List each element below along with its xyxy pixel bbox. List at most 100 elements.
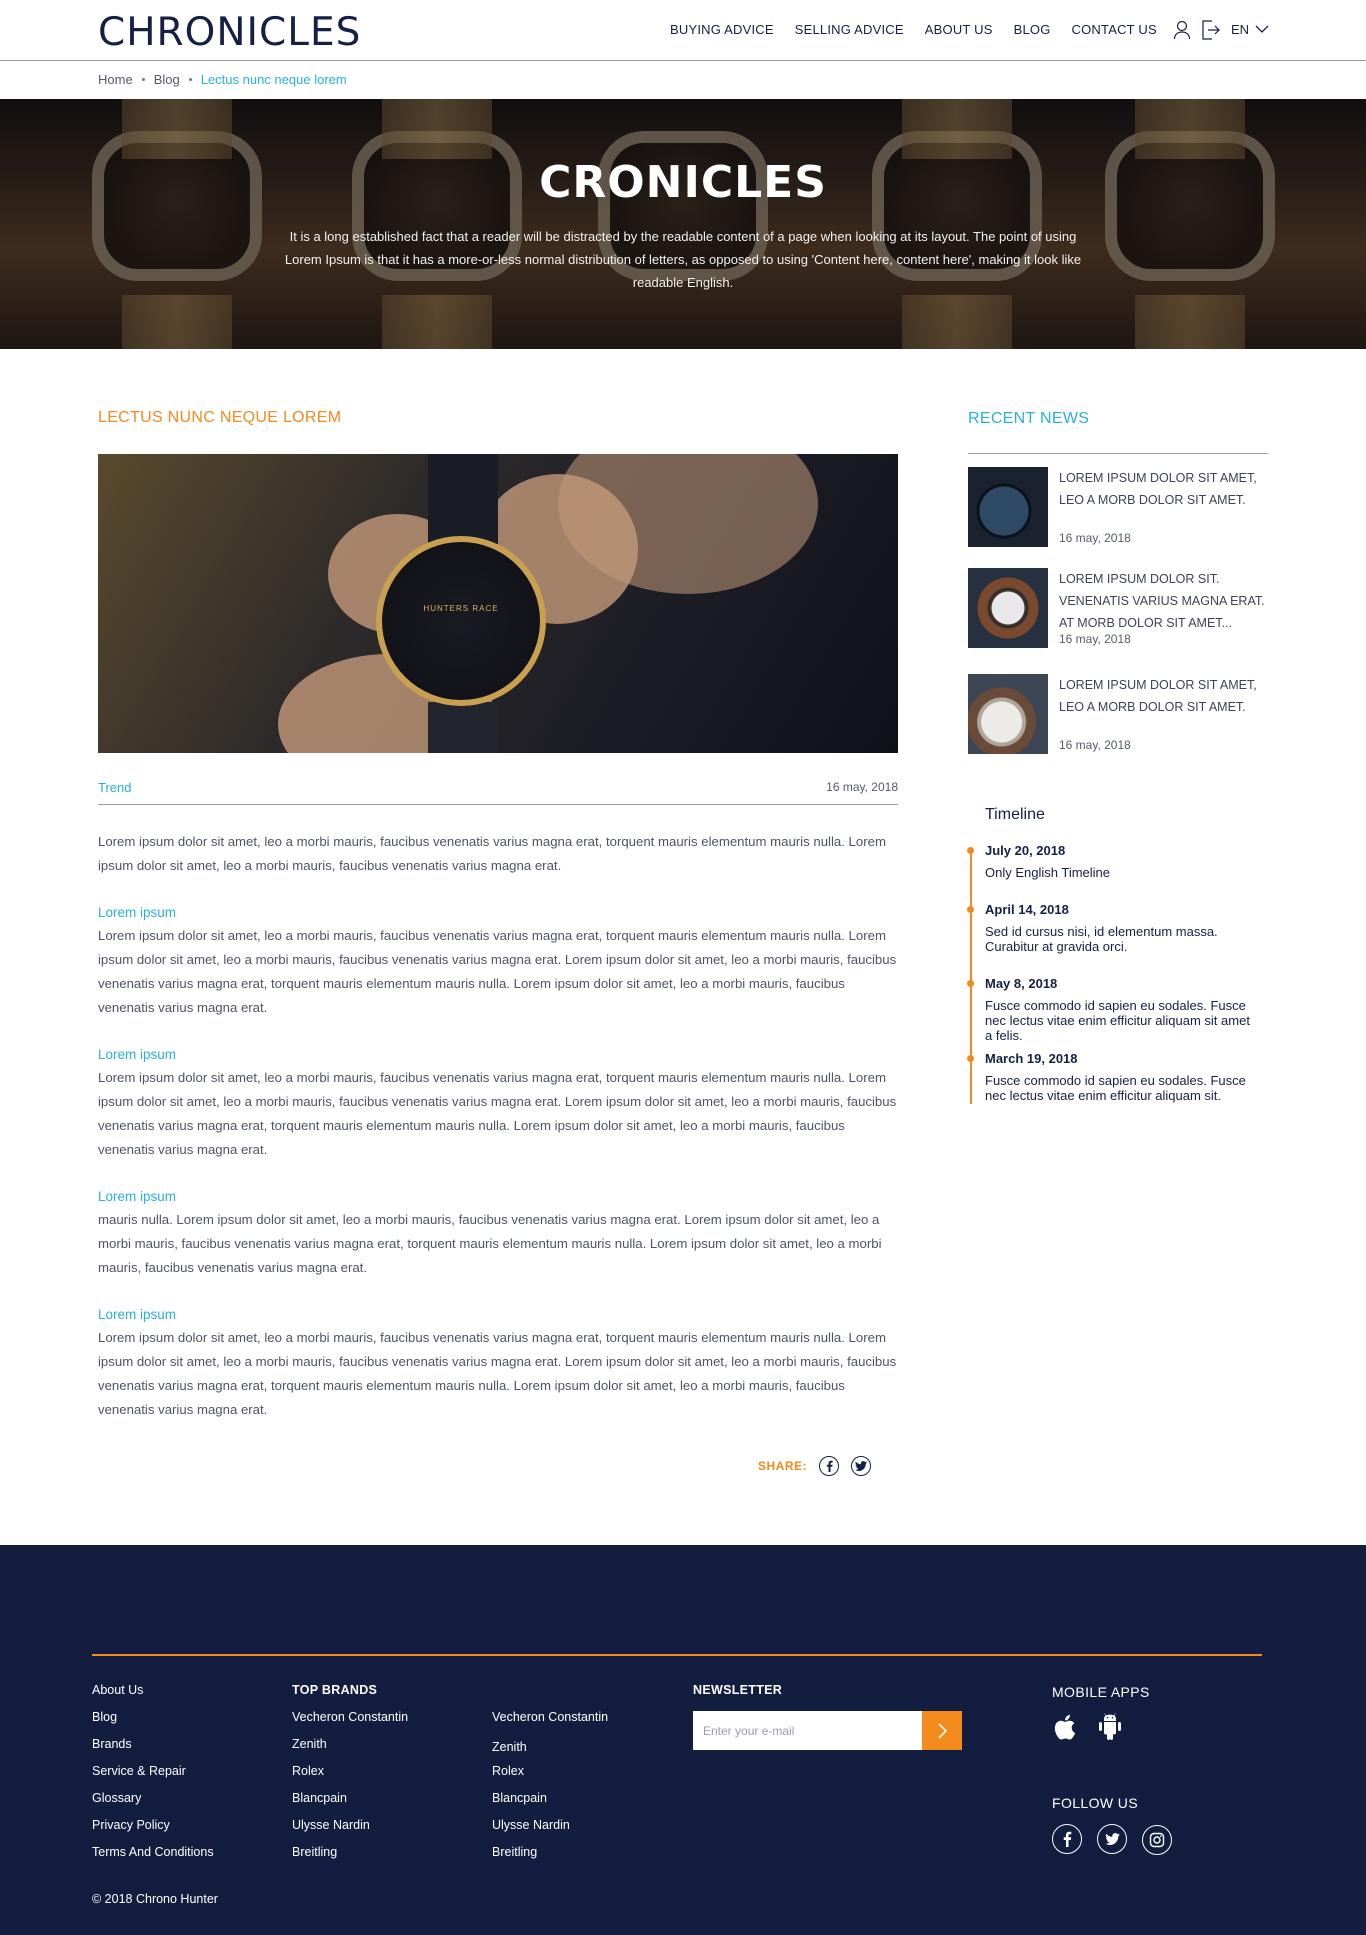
- timeline-dot: [967, 906, 974, 913]
- share-bar: SHARE:: [758, 1456, 872, 1476]
- footer-link-service-repair[interactable]: Service & Repair: [92, 1764, 186, 1778]
- recent-news-item[interactable]: LOREM IPSUM DOLOR SIT AMET, LEO A MORB D…: [968, 467, 1268, 547]
- breadcrumb-separator: [141, 78, 145, 81]
- footer-link-privacy-policy[interactable]: Privacy Policy: [92, 1818, 170, 1832]
- footer-link-terms[interactable]: Terms And Conditions: [92, 1845, 214, 1859]
- news-title: LOREM IPSUM DOLOR SIT AMET, LEO A MORB D…: [1059, 471, 1257, 507]
- breadcrumb-separator: [188, 78, 192, 81]
- footer-brand-link[interactable]: Rolex: [292, 1764, 324, 1778]
- article-meta: Trend 16 may, 2018: [98, 775, 898, 805]
- footer-brand-link[interactable]: Vecheron Constantin: [492, 1710, 608, 1724]
- timeline-line: [970, 848, 972, 1104]
- news-thumbnail: [968, 674, 1048, 754]
- news-thumbnail: [968, 467, 1048, 547]
- follow-us-heading: FOLLOW US: [1052, 1795, 1139, 1811]
- timeline-title: Timeline: [985, 806, 1045, 823]
- facebook-share-icon[interactable]: [819, 1456, 840, 1476]
- watch-face: HUNTERS RACE: [376, 536, 546, 706]
- twitter-icon[interactable]: [1097, 1824, 1127, 1854]
- section-heading: Lorem ipsum: [98, 905, 177, 920]
- section-body: Lorem ipsum dolor sit amet, leo a morbi …: [98, 928, 897, 1015]
- footer-brand-link[interactable]: Ulysse Nardin: [292, 1818, 370, 1832]
- timeline-dot: [967, 847, 974, 854]
- news-title: LOREM IPSUM DOLOR SIT. VENENATIS VARIUS …: [1059, 572, 1265, 630]
- nav-contact-us[interactable]: CONTACT US: [1072, 22, 1157, 37]
- language-label: EN: [1231, 22, 1250, 37]
- timeline-item: March 19, 2018 Fusce commodo id sapien e…: [967, 1051, 1255, 1103]
- timeline-text: Sed id cursus nisi, id elementum massa. …: [985, 924, 1218, 954]
- mobile-apps-section: MOBILE APPS: [1052, 1684, 1252, 1704]
- newsletter-section: NEWSLETTER: [693, 1683, 893, 1703]
- footer-brand-link[interactable]: Vecheron Constantin: [292, 1710, 408, 1724]
- nav-buying-advice[interactable]: BUYING ADVICE: [670, 22, 774, 37]
- apple-icon[interactable]: [1052, 1713, 1076, 1746]
- recent-news-title: RECENT NEWS: [968, 410, 1090, 427]
- facebook-icon[interactable]: [1052, 1824, 1082, 1854]
- hero-banner: CRONICLES It is a long established fact …: [0, 99, 1366, 349]
- nav-blog[interactable]: BLOG: [1014, 22, 1051, 37]
- news-date: 16 may, 2018: [1059, 738, 1131, 752]
- footer-links: About Us Blog Brands Service & Repair Gl…: [92, 1683, 272, 1863]
- breadcrumb-home[interactable]: Home: [98, 72, 133, 87]
- timeline-text: Fusce commodo id sapien eu sodales. Fusc…: [985, 1073, 1246, 1103]
- article-title: LECTUS NUNC NEQUE LOREM: [98, 409, 342, 426]
- logout-icon[interactable]: [1201, 20, 1220, 45]
- section-body: mauris nulla. Lorem ipsum dolor sit amet…: [98, 1212, 882, 1275]
- footer-link-glossary[interactable]: Glossary: [92, 1791, 141, 1805]
- footer-brand-link[interactable]: Zenith: [492, 1740, 527, 1754]
- newsletter-email-input[interactable]: [693, 1711, 923, 1750]
- instagram-icon[interactable]: [1142, 1825, 1172, 1855]
- recent-news-item[interactable]: LOREM IPSUM DOLOR SIT. VENENATIS VARIUS …: [968, 568, 1268, 648]
- android-icon[interactable]: [1098, 1713, 1122, 1746]
- news-title: LOREM IPSUM DOLOR SIT AMET, LEO A MORB D…: [1059, 678, 1257, 714]
- chevron-down-icon: [1255, 25, 1269, 33]
- timeline-dot: [967, 1055, 974, 1062]
- timeline-dot: [967, 980, 974, 987]
- mobile-apps-heading: MOBILE APPS: [1052, 1684, 1150, 1700]
- language-selector[interactable]: EN: [1231, 22, 1269, 37]
- nav-selling-advice[interactable]: SELLING ADVICE: [795, 22, 904, 37]
- watch-strap: [428, 454, 498, 544]
- watch-brand: HUNTERS RACE: [423, 604, 499, 613]
- footer-link-blog[interactable]: Blog: [92, 1710, 117, 1724]
- user-icon[interactable]: [1173, 20, 1191, 45]
- footer-brand-link[interactable]: Breitling: [492, 1845, 537, 1859]
- timeline-date: April 14, 2018: [985, 902, 1069, 917]
- footer-brand-link[interactable]: Ulysse Nardin: [492, 1818, 570, 1832]
- newsletter-submit-button[interactable]: [922, 1711, 962, 1750]
- news-date: 16 may, 2018: [1059, 632, 1131, 646]
- footer-brand-link[interactable]: Zenith: [292, 1737, 327, 1751]
- footer-brands-col-1: TOP BRANDS Vecheron Constantin Zenith Ro…: [292, 1683, 472, 1863]
- article-intro: Lorem ipsum dolor sit amet, leo a morbi …: [98, 834, 886, 873]
- footer-brand-link[interactable]: Breitling: [292, 1845, 337, 1859]
- timeline-text: Fusce commodo id sapien eu sodales. Fusc…: [985, 998, 1250, 1043]
- nav-about-us[interactable]: ABOUT US: [925, 22, 993, 37]
- breadcrumb: Home Blog Lectus nunc neque lorem: [98, 72, 347, 87]
- footer-brand-link[interactable]: Blancpain: [292, 1791, 347, 1805]
- footer-brand-link[interactable]: Blancpain: [492, 1791, 547, 1805]
- site-logo[interactable]: CHRONICLES: [98, 10, 361, 55]
- footer-divider: [92, 1654, 1262, 1656]
- news-date: 16 may, 2018: [1059, 531, 1131, 545]
- article-date: 16 may, 2018: [826, 780, 898, 794]
- watch-strap: [428, 702, 498, 753]
- article-body: Lorem ipsum dolor sit amet, leo a morbi …: [98, 830, 898, 1445]
- footer-link-brands[interactable]: Brands: [92, 1737, 132, 1751]
- share-label: SHARE:: [758, 1459, 808, 1473]
- timeline-item: May 8, 2018 Fusce commodo id sapien eu s…: [967, 976, 1255, 1043]
- timeline-item: July 20, 2018 Only English Timeline: [967, 843, 1255, 880]
- twitter-share-icon[interactable]: [851, 1456, 872, 1476]
- hero-description: It is a long established fact that a rea…: [284, 229, 1082, 290]
- top-brands-heading: TOP BRANDS: [292, 1683, 378, 1697]
- article-image: HUNTERS RACE: [98, 454, 898, 753]
- timeline-item: April 14, 2018 Sed id cursus nisi, id el…: [967, 902, 1255, 954]
- breadcrumb-blog[interactable]: Blog: [154, 72, 180, 87]
- footer-link-about-us[interactable]: About Us: [92, 1683, 143, 1697]
- header-icons: [1173, 20, 1220, 45]
- divider: [968, 453, 1268, 454]
- section-body: Lorem ipsum dolor sit amet, leo a morbi …: [98, 1070, 897, 1157]
- article-category[interactable]: Trend: [98, 780, 131, 795]
- footer-brand-link[interactable]: Rolex: [492, 1764, 524, 1778]
- timeline-text: Only English Timeline: [985, 865, 1110, 880]
- recent-news-item[interactable]: LOREM IPSUM DOLOR SIT AMET, LEO A MORB D…: [968, 674, 1268, 754]
